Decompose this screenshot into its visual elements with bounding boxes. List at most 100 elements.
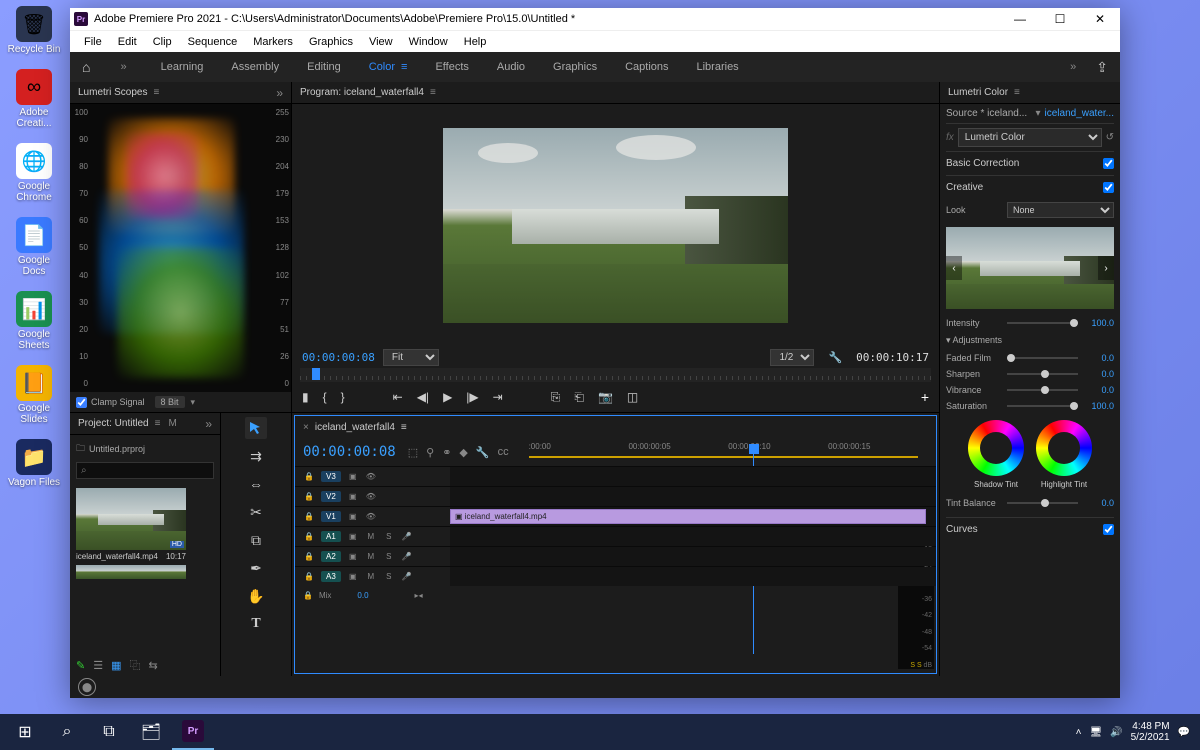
basic-enable-checkbox[interactable] (1103, 158, 1114, 169)
link-icon[interactable]: ⚭ (442, 446, 451, 459)
track-lane[interactable]: ▣ iceland_waterfall4.mp4 (450, 507, 936, 526)
track-select-tool[interactable]: ⇉ (245, 445, 267, 467)
button-editor-icon[interactable]: + (921, 389, 929, 405)
workspace-tab-effects[interactable]: Effects (421, 61, 482, 73)
adjustments-header[interactable]: ▾ Adjustments (946, 331, 1114, 350)
track-label[interactable]: V2 (321, 491, 341, 502)
next-look-icon[interactable]: › (1098, 256, 1114, 280)
insert-icon[interactable]: ⬚ (408, 446, 418, 459)
start-button[interactable]: ⊞ (4, 714, 46, 750)
playhead-icon[interactable] (749, 444, 759, 454)
creative-cloud-icon[interactable]: ⬤ (78, 678, 96, 696)
close-button[interactable]: ✕ (1080, 8, 1120, 30)
look-select[interactable]: None (1007, 202, 1114, 218)
ripple-edit-tool[interactable]: ⇔ (245, 473, 267, 495)
toggle-output-icon[interactable]: ▣ (347, 552, 359, 561)
reset-icon[interactable]: ↺ (1106, 132, 1114, 143)
collapse-icon[interactable]: ▸◂ (415, 591, 423, 600)
track-lane[interactable] (450, 467, 936, 486)
settings-icon[interactable]: 🔧 (476, 446, 490, 459)
curves-section[interactable]: Curves (946, 517, 1114, 541)
menu-edit[interactable]: Edit (110, 36, 145, 48)
type-tool[interactable]: T (245, 613, 267, 635)
track-label[interactable]: V3 (321, 471, 341, 482)
panel-menu-icon[interactable]: ≡ (430, 87, 436, 98)
mark-in-icon[interactable]: ▮ (302, 390, 309, 404)
curves-enable-checkbox[interactable] (1103, 524, 1114, 535)
voice-icon[interactable]: 🎤 (401, 572, 413, 581)
shadow-tint-wheel[interactable] (968, 420, 1024, 476)
effect-select[interactable]: Lumetri Color (958, 128, 1102, 147)
creative-enable-checkbox[interactable] (1103, 182, 1114, 193)
search-icon[interactable]: ⌕ (46, 714, 88, 750)
bit-depth-selector[interactable]: 8 Bit (155, 396, 185, 408)
voice-icon[interactable]: 🎤 (401, 552, 413, 561)
lock-icon[interactable]: 🔒 (303, 572, 315, 581)
prev-look-icon[interactable]: ‹ (946, 256, 962, 280)
workspace-tab-assembly[interactable]: Assembly (217, 61, 293, 73)
snap-icon[interactable]: ⚲ (426, 446, 434, 459)
menu-file[interactable]: File (76, 36, 110, 48)
panel-menu-icon[interactable]: ≡ (401, 422, 407, 433)
lock-icon[interactable]: 🔒 (303, 492, 315, 501)
track-label[interactable]: V1 (321, 511, 341, 522)
menu-graphics[interactable]: Graphics (301, 36, 361, 48)
tint-balance-slider[interactable] (1007, 502, 1078, 504)
razor-tool[interactable]: ✂ (245, 501, 267, 523)
lift-icon[interactable]: ⎘ (551, 390, 561, 405)
toggle-output-icon[interactable]: ▣ (347, 492, 359, 501)
solo-icon[interactable]: S (383, 532, 395, 541)
notifications-icon[interactable]: 💬 (1178, 727, 1190, 738)
track-lane[interactable] (450, 487, 936, 506)
lock-icon[interactable]: 🔒 (303, 512, 315, 521)
workspace-tab-color[interactable]: Color (355, 61, 422, 73)
eye-icon[interactable]: 👁 (365, 512, 377, 521)
freeform-view-icon[interactable]: ⿻ (130, 657, 141, 673)
zoom-fit-select[interactable]: Fit10%25%50%100% (383, 349, 439, 366)
mute-icon[interactable]: M (365, 552, 377, 561)
basic-correction-section[interactable]: Basic Correction (946, 151, 1114, 175)
menu-sequence[interactable]: Sequence (180, 36, 246, 48)
desktop-icon[interactable]: 📄Google Docs (6, 217, 62, 277)
workspace-tab-libraries[interactable]: Libraries (683, 61, 753, 73)
premiere-taskbar-icon[interactable]: Pr (172, 714, 214, 750)
lock-icon[interactable]: 🔒 (303, 552, 315, 561)
menu-window[interactable]: Window (401, 36, 456, 48)
clamp-signal-checkbox[interactable] (76, 397, 87, 408)
workspace-tab-learning[interactable]: Learning (147, 61, 218, 73)
mute-icon[interactable]: M (365, 532, 377, 541)
track-label[interactable]: A1 (321, 531, 341, 542)
project-search-input[interactable] (76, 462, 214, 479)
network-icon[interactable]: 🖥 (1089, 727, 1102, 738)
toggle-output-icon[interactable]: ▣ (347, 512, 359, 521)
caption-icon[interactable]: cc (498, 446, 509, 459)
program-scrubber[interactable] (300, 368, 931, 382)
file-explorer-icon[interactable]: 🗂 (130, 714, 172, 750)
share-icon[interactable]: ⇪ (1096, 59, 1108, 76)
video-clip[interactable]: ▣ iceland_waterfall4.mp4 (450, 509, 926, 524)
close-sequence-icon[interactable]: × (303, 422, 309, 433)
go-to-in-icon[interactable]: ⇤ (393, 390, 403, 404)
workspace-tab-audio[interactable]: Audio (483, 61, 539, 73)
track-lane[interactable] (450, 567, 936, 586)
sequence-link[interactable]: iceland_water... (1045, 108, 1115, 119)
slip-tool[interactable]: ⧉ (245, 529, 267, 551)
track-label[interactable]: A2 (321, 551, 341, 562)
clock[interactable]: 4:48 PM5/2/2021 (1131, 721, 1170, 743)
go-to-out-icon[interactable]: ⇥ (493, 390, 503, 404)
expand-panel-icon[interactable]: » (205, 417, 212, 431)
step-forward-icon[interactable]: |▶ (466, 390, 478, 404)
minimize-button[interactable]: — (1000, 8, 1040, 30)
home-icon[interactable]: ⌂ (82, 59, 90, 75)
selection-tool[interactable] (245, 417, 267, 439)
creative-section[interactable]: Creative (946, 175, 1114, 199)
task-view-icon[interactable]: ⧉ (88, 714, 130, 750)
export-frame-icon[interactable]: 📷 (598, 390, 613, 404)
volume-icon[interactable]: 🔊 (1110, 727, 1122, 738)
workspace-tab-graphics[interactable]: Graphics (539, 61, 611, 73)
desktop-icon[interactable]: ∞Adobe Creati... (6, 69, 62, 129)
program-timecode[interactable]: 00:00:00:08 (302, 351, 375, 364)
settings-icon[interactable]: 🔧 (828, 351, 842, 364)
clip-thumbnail[interactable]: HD iceland_waterfall4.mp410:17 (76, 488, 186, 561)
workspace-tab-captions[interactable]: Captions (611, 61, 682, 73)
